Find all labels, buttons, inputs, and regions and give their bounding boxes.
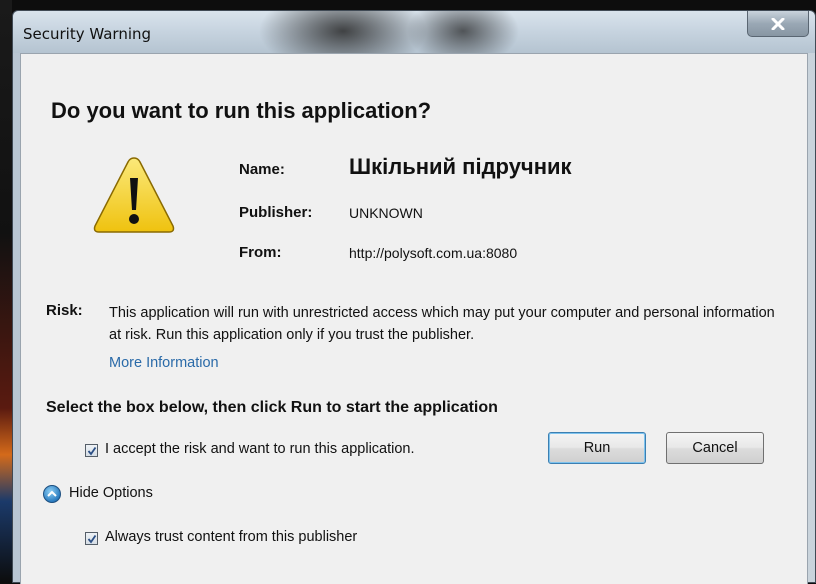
accept-risk-label[interactable]: I accept the risk and want to run this a…	[105, 441, 415, 457]
from-label: From:	[239, 244, 282, 261]
publisher-label: Publisher:	[239, 204, 313, 221]
risk-description: This application will run with unrestric…	[109, 305, 775, 343]
checkmark-icon	[87, 446, 96, 455]
title-bar[interactable]: Security Warning	[13, 11, 815, 53]
always-trust-label[interactable]: Always trust content from this publisher	[105, 529, 357, 545]
instruction-text: Select the box below, then click Run to …	[46, 399, 498, 416]
always-trust-checkbox[interactable]	[85, 532, 98, 545]
window-title: Security Warning	[23, 25, 152, 43]
publisher-value: UNKNOWN	[349, 205, 423, 221]
close-icon	[771, 17, 785, 30]
desktop-background	[0, 0, 12, 583]
options-toggle-button[interactable]	[43, 485, 61, 503]
accept-risk-checkbox[interactable]	[85, 444, 98, 457]
dialog-heading: Do you want to run this application?	[51, 98, 432, 123]
more-information-link[interactable]: More Information	[109, 355, 219, 371]
cancel-button[interactable]: Cancel	[666, 432, 764, 464]
checkmark-icon	[87, 534, 96, 543]
from-value: http://polysoft.com.ua:8080	[349, 245, 518, 261]
close-button[interactable]	[747, 11, 809, 37]
name-label: Name:	[239, 161, 285, 178]
risk-label: Risk:	[46, 302, 83, 319]
name-value: Шкільний підручник	[349, 154, 572, 179]
dialog-body: Do you want to run this application? Nam…	[20, 53, 808, 584]
hide-options-label[interactable]: Hide Options	[69, 485, 153, 501]
warning-icon	[93, 157, 175, 233]
security-warning-window: Security Warning Do you want to run this…	[12, 10, 816, 584]
chevron-up-icon	[47, 490, 57, 497]
run-button[interactable]: Run	[548, 432, 646, 464]
